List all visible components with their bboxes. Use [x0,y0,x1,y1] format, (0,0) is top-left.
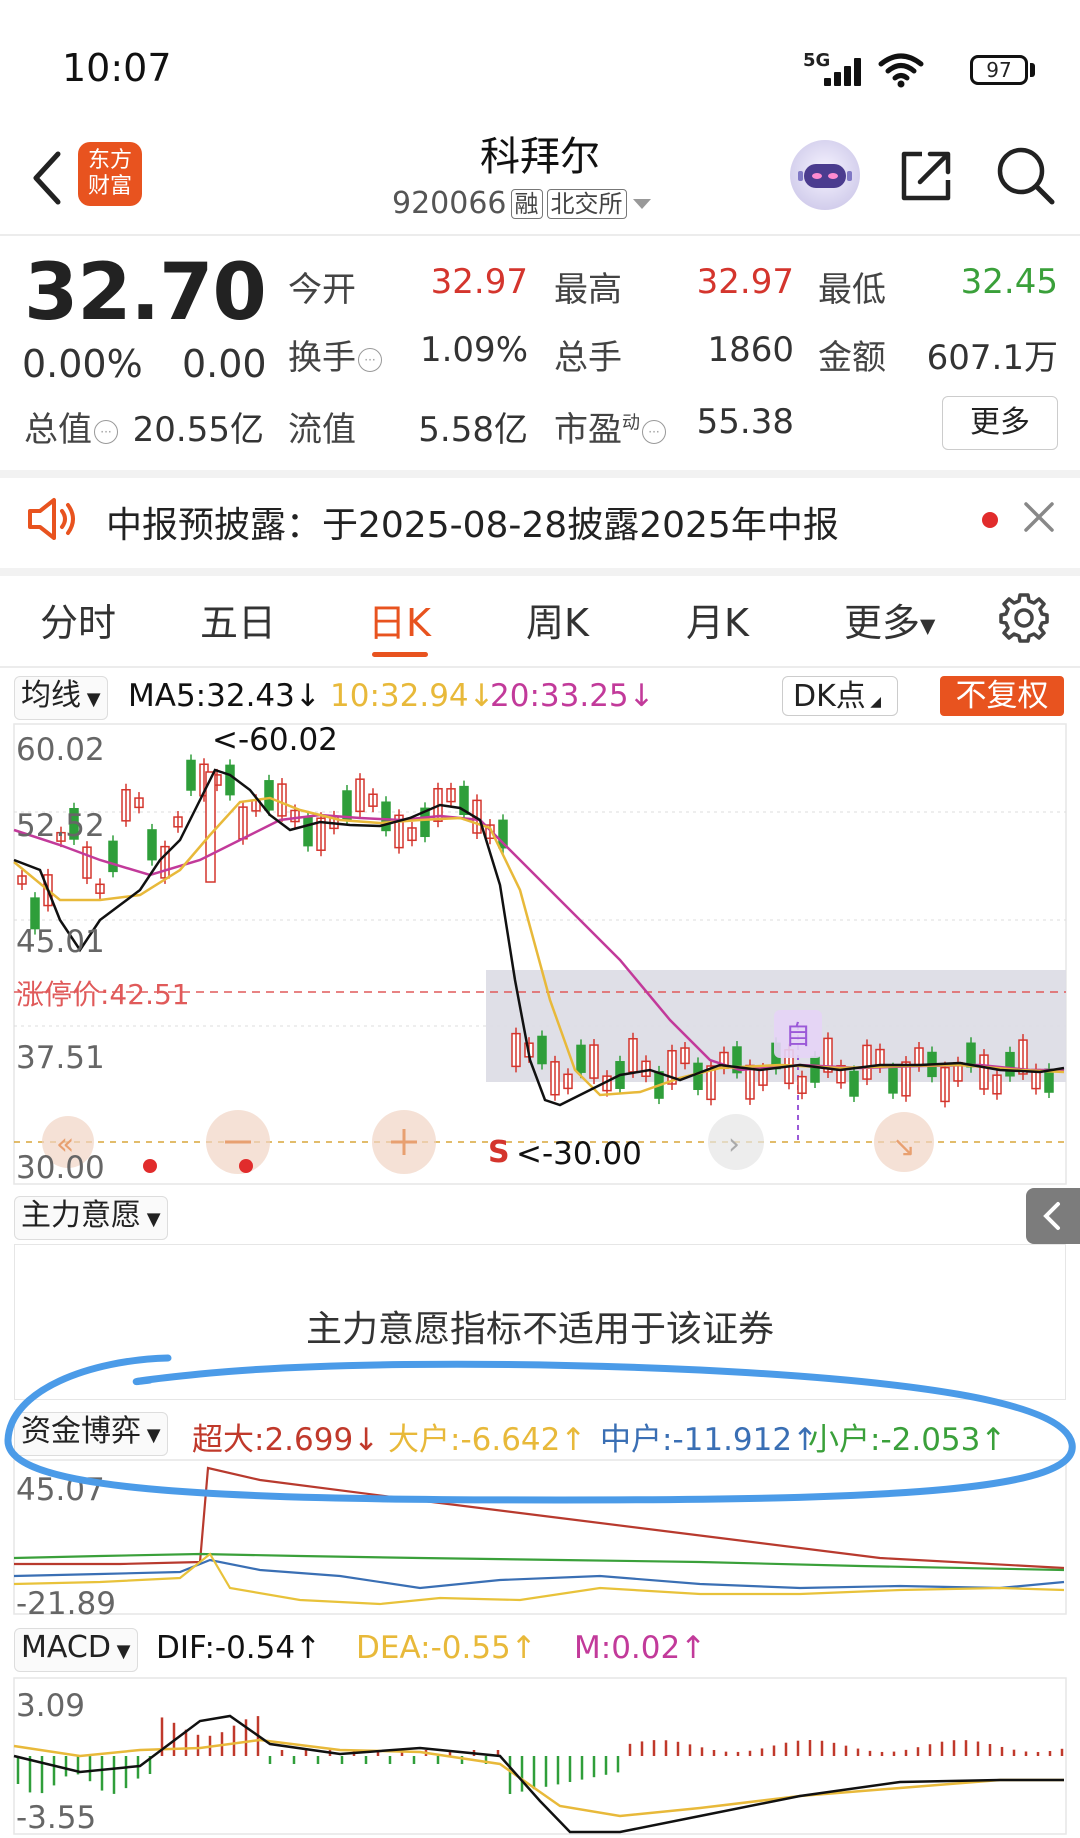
dea-value: DEA:-0.55↑ [356,1630,537,1666]
signal-icon [820,56,870,86]
right-arrow-icon: › [728,1127,740,1162]
ma20-value: 20:33.25↓ [490,678,655,714]
gear-icon[interactable] [998,592,1050,644]
mktcap-value: 20.55亿 [132,410,264,450]
kline-chart[interactable]: « › ↘ 自 S <-60.02 <-30.00 涨停价:42.51 [0,720,1080,1190]
change-amount: 0.00 [182,342,267,386]
collapse-panel-button[interactable] [1026,1188,1080,1244]
speaker-icon [28,498,75,540]
section-divider [0,470,1080,478]
more-quote-button[interactable]: 更多 [942,396,1058,450]
wifi-icon [878,53,924,88]
low-label: 最低 [818,270,886,310]
tab-monthly-k[interactable]: 月K [686,592,749,647]
float-label: 流值 [288,410,356,450]
exchange-tag: 北交所 [546,188,627,219]
float-value: 5.58亿 [418,410,528,450]
medium-line [13,1558,1065,1590]
stock-code: 920066 [392,186,507,221]
macd-select[interactable]: MACD ▼ [14,1628,138,1672]
header-divider [0,234,1080,236]
notice-text[interactable]: 中报预披露：于2025-08-28披露2025年中报 [106,496,839,548]
mktcap-label[interactable]: 总值 ··· [24,402,118,451]
y-axis-label: 60.02 [16,732,105,768]
tab-divider [0,666,1080,668]
pe-value: 55.38 [696,402,794,442]
amount-label: 金额 [818,338,886,378]
volume-label: 总手 [554,338,622,378]
battery-tip [1030,63,1035,77]
tab-daily-k[interactable]: 日K [368,592,431,647]
chevron-left-icon [1043,1202,1060,1230]
ma-select[interactable]: 均线 ▼ [14,676,108,720]
tab-weekly-k[interactable]: 周K [526,592,589,647]
chevron-down-icon: ▼ [81,689,101,710]
ma5-value: MA5:32.43↓ [128,678,321,714]
open-value: 32.97 [430,262,528,302]
m-value: M:0.02↑ [574,1630,707,1666]
info-icon: ··· [358,347,382,372]
stock-code-row[interactable]: 920066 融 北交所 [392,186,653,221]
y-axis-label: 37.51 [16,1040,105,1076]
status-time: 10:07 [62,46,172,90]
share-icon[interactable] [896,146,956,206]
hand-drawn-circle-annotation [4,1354,1076,1504]
arrow-down-right-icon: ↘ [892,1130,915,1163]
tab-five-day[interactable]: 五日 [200,592,276,647]
dif-line [13,1714,1064,1834]
ma10-value: 10:32.94↓ [330,678,495,714]
current-price: 32.70 [24,248,267,338]
search-icon[interactable] [994,144,1056,206]
unread-dot [982,512,998,528]
self-marker-label: 自 [785,1021,811,1051]
limit-up-label: 涨停价:42.51 [16,978,190,1011]
amount-value: 607.1万 [926,338,1058,378]
battery-icon: 97 [970,55,1028,85]
marker-dot [143,1159,157,1173]
assistant-robot-icon[interactable] [790,140,860,210]
pe-superscript: 动 [622,412,640,434]
y-axis-label: 30.00 [16,1150,105,1186]
macd-y-top: 3.09 [16,1688,86,1724]
status-bar: 10:07 5G 97 [0,0,1080,130]
section-divider [0,568,1080,576]
tab-more[interactable]: 更多▼ [844,592,935,647]
min-price-marker: <-30.00 [516,1136,642,1172]
margin-tag: 融 [510,188,543,219]
dropdown-arrow-icon [632,198,651,209]
chevron-down-icon: ▼ [141,1209,161,1230]
chevron-down-icon: ▼ [110,1641,131,1662]
fund-y-bottom: -21.89 [16,1586,116,1622]
turnover-label[interactable]: 换手 ··· [288,330,382,379]
candle [205,771,216,883]
y-axis-label: 45.01 [16,924,105,960]
corner-arrow-icon: ◢ [865,694,881,710]
low-value: 32.45 [960,262,1058,302]
marker-dot [239,1159,253,1173]
high-label: 最高 [554,270,622,310]
macd-chart [13,1677,1067,1835]
no-adjust-button[interactable]: 不复权 [940,676,1064,716]
sell-marker: S [488,1135,510,1170]
open-label: 今开 [288,270,356,310]
change-percent: 0.00% [22,342,143,386]
active-tab-indicator [372,652,428,657]
dk-point-button[interactable]: DK点 ◢ [782,676,898,716]
info-icon: ··· [94,419,118,444]
close-icon[interactable] [1022,500,1056,534]
zhuli-select[interactable]: 主力意愿 ▼ [14,1196,168,1240]
tab-intraday[interactable]: 分时 [40,592,116,647]
chevron-down-icon: ▼ [920,613,936,638]
dif-value: DIF:-0.54↑ [156,1630,322,1666]
high-value: 32.97 [696,262,794,302]
y-axis-label: 52.52 [16,808,105,844]
macd-y-bottom: -3.55 [16,1800,97,1836]
pe-label[interactable]: 市盈动 ··· [554,402,666,451]
max-price-marker: <-60.02 [212,722,338,758]
volume-value: 1860 [707,330,794,370]
turnover-value: 1.09% [419,330,528,370]
